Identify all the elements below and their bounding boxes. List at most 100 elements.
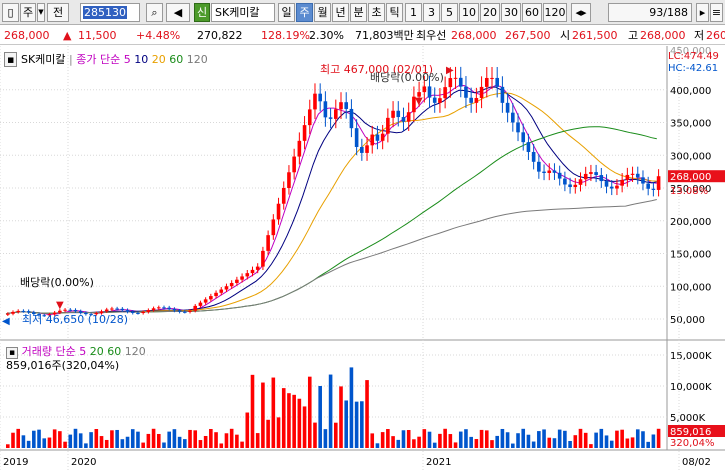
candle-body [323,101,328,118]
best-bid: 267,500 [505,29,551,42]
volume-bar [58,431,62,448]
speaker-icon[interactable]: ◀︎ [166,3,190,22]
collapse-icon[interactable]: ▸ [696,3,709,22]
candle-body [307,109,312,126]
period-count-button[interactable]: 30 [501,3,521,22]
candle-body [229,282,234,287]
period-count-button[interactable]: 5 [441,3,458,22]
candle-body [531,151,536,162]
candle-body [427,86,432,98]
price-change-pct: +4.48% [136,29,181,42]
chart-menu-icon[interactable]: ▪ [4,52,18,67]
price-legend: ▪ SK케미칼 | 종가 단순 5 10 20 60 120 [4,51,208,67]
market-dropdown-icon[interactable]: ▼ [37,3,45,22]
volume-bar [32,430,36,448]
chart-area[interactable]: 400,000 350,000 300,000 250,000 200,000 150,0… [0,46,725,470]
stock-chart-svg[interactable]: 400,000350,000300,000250,000200,000150,0… [0,46,725,470]
volume-bar [615,430,619,448]
interval-tab[interactable]: 초 [368,3,385,22]
candle-body [313,93,317,110]
volume-bar [656,428,661,448]
volume-bar [188,429,192,448]
candle-body [120,308,125,311]
interval-tab[interactable]: 년 [332,3,349,22]
market-select[interactable]: 주 [20,3,36,22]
volume-bar [328,374,333,448]
interval-tab[interactable]: 월 [314,3,331,22]
volume-bar [281,388,286,448]
candle-body [245,273,250,277]
price-ma-label: 종가 단순 [76,53,121,66]
volume-bar [630,437,635,448]
candle-body [318,93,322,102]
volume-bar [495,435,499,448]
candle-body [292,156,296,173]
dividend-annotation-1: 배당락(0.00%) [20,276,94,289]
candle-body [609,186,614,189]
candle-body [651,188,656,190]
candle-body [370,134,375,146]
volume-bar [245,412,250,448]
volume-bar [323,429,328,448]
candle-body [406,112,411,122]
stock-name-field[interactable]: SK케미칼 [211,3,275,22]
volume-axis-tick: 5,000K [670,413,706,424]
interval-tab[interactable]: 분 [350,3,367,22]
stock-code-input[interactable]: 285130 [80,3,140,22]
volume-bar [235,434,239,448]
candle-body [438,98,442,103]
search-icon[interactable]: ⌕ [146,3,163,22]
candle-body [479,86,484,99]
dividend-arrow-icon-2: ▼ [415,96,423,107]
candle-body [365,145,369,153]
period-count-button[interactable]: 60 [522,3,542,22]
volume-bar [531,441,536,448]
interval-tab[interactable]: 주 [296,3,313,22]
period-count-button[interactable]: 120 [543,3,567,22]
interval-tab[interactable]: 틱 [386,3,403,22]
interval-tab[interactable]: 일 [278,3,295,22]
candle-body [287,172,291,188]
volume-bar [89,432,93,448]
volume-bar [401,430,406,448]
candle-body [115,308,119,310]
candle-body [104,309,109,312]
volume-bar [625,438,630,448]
candle-body [500,86,505,103]
candle-body [130,311,135,313]
candle-body [354,128,359,147]
volume-bar [193,430,198,448]
price-axis-tick: 100,000 [670,282,711,293]
candle-body [334,109,338,119]
price-axis-tick: 400,000 [670,86,711,97]
volume-current-label: 859,016주(320,04%) [6,359,120,372]
volume-bar [406,430,411,448]
period-count-button[interactable]: 10 [459,3,479,22]
ma-period-20: 20 [151,53,166,66]
volume-tag: 859,016 [670,427,711,438]
open-price: 261,500 [572,29,618,42]
volume-bar [141,442,145,448]
volume-bar [255,433,260,448]
volume-bar [516,433,520,448]
candle-body [68,309,73,311]
volume-bar [42,438,47,448]
volume-bar [37,429,41,448]
candle-body [625,174,630,180]
candle-body [214,292,218,297]
volume-bar [469,436,473,448]
settings-icon[interactable]: ≡ [710,3,723,22]
period-count-button[interactable]: 1 [405,3,422,22]
volume-bar [641,431,645,448]
ma-period-60: 60 [169,53,184,66]
period-count-button[interactable]: 20 [480,3,500,22]
volume-bar [386,429,390,448]
candle-body [620,179,624,186]
period-count-button[interactable]: 3 [423,3,440,22]
volume-bar [594,432,598,448]
nav-arrows-icon[interactable]: ◂▸ [571,3,591,22]
period-kind-select[interactable]: 전 [47,3,69,22]
low-price: 260, [706,29,725,42]
price-axis-tick: 150,000 [670,250,711,261]
chart-window-icon[interactable]: ▯ [2,3,19,22]
